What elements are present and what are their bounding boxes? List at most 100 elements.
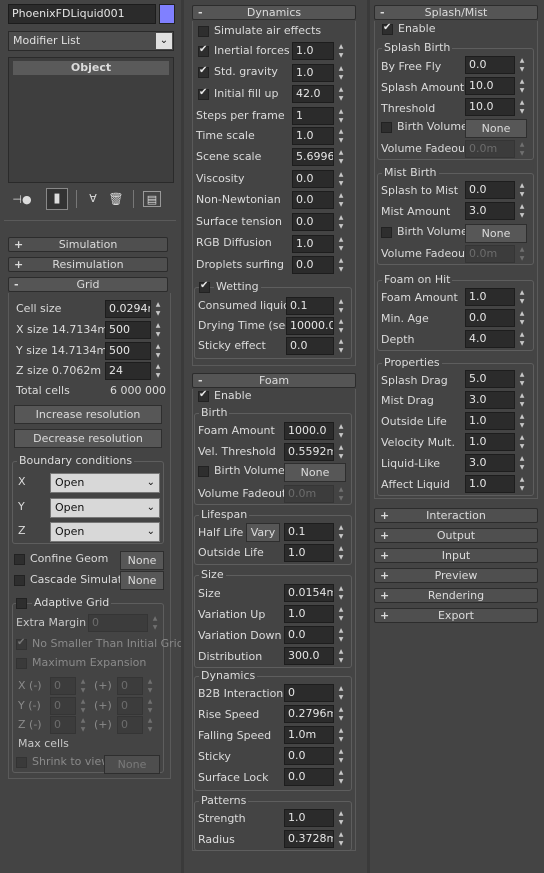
mist-amount-spinner[interactable]: ▲ ▼: [517, 202, 527, 220]
threshold-spinner[interactable]: ▲ ▼: [517, 98, 527, 116]
foam-outside-life-spinner[interactable]: ▲ ▼: [336, 544, 346, 562]
velocity-mult-spinner[interactable]: ▲ ▼: [517, 433, 527, 451]
foam-amount-input[interactable]: 1000.0: [284, 422, 334, 440]
drying-time-input[interactable]: 10000.0: [286, 317, 334, 335]
splash-amount-spinner[interactable]: ▲ ▼: [517, 77, 527, 95]
steps-per-frame-input[interactable]: 1: [292, 107, 334, 125]
inertial-forces-input[interactable]: 1.0: [292, 42, 334, 60]
rollout-rendering[interactable]: + Rendering: [374, 588, 538, 603]
cascade-simulator-checkbox[interactable]: [14, 575, 25, 586]
droplets-surfing-spinner[interactable]: ▲ ▼: [336, 256, 346, 274]
x-cells-spinner[interactable]: ▲ ▼: [153, 321, 163, 339]
non-newtonian-spinner[interactable]: ▲ ▼: [336, 191, 346, 209]
variation-up-input[interactable]: 1.0: [284, 605, 334, 623]
rollout-simulation[interactable]: + Simulation: [8, 237, 168, 252]
splash-enable-checkbox[interactable]: [382, 22, 393, 35]
extra-margin-input[interactable]: 0: [88, 614, 148, 632]
adaptive-grid-checkbox[interactable]: [16, 598, 27, 609]
distribution-input[interactable]: 300.0: [284, 647, 334, 665]
b2b-interaction-input[interactable]: 0: [284, 684, 334, 702]
confine-geom-checkbox[interactable]: [14, 554, 25, 565]
extra-margin-spinner[interactable]: ▲ ▼: [150, 614, 160, 632]
cell-size-input[interactable]: 0.0294n: [105, 300, 151, 318]
inertial-forces-spinner[interactable]: ▲ ▼: [336, 42, 346, 60]
remove-modifier-icon[interactable]: 🗑: [108, 191, 124, 207]
falling-speed-input[interactable]: 1.0m: [284, 726, 334, 744]
sticky-effect-spinner[interactable]: ▲ ▼: [336, 337, 346, 355]
foam-volume-fadeout-spinner[interactable]: ▲ ▼: [336, 485, 346, 503]
initial-fill-spinner[interactable]: ▲ ▼: [336, 85, 346, 103]
rollout-resimulation[interactable]: + Resimulation: [8, 257, 168, 272]
vel-threshold-input[interactable]: 0.5592m: [284, 443, 334, 461]
decrease-resolution-button[interactable]: Decrease resolution: [14, 429, 162, 448]
strength-input[interactable]: 1.0: [284, 809, 334, 827]
sticky-effect-input[interactable]: 0.0: [286, 337, 334, 355]
half-life-input[interactable]: 0.1: [284, 523, 334, 541]
depth-input[interactable]: 4.0: [465, 330, 515, 348]
x-minus-spinner[interactable]: ▲ ▼: [78, 677, 88, 695]
splash-to-mist-spinner[interactable]: ▲ ▼: [517, 181, 527, 199]
modifier-list-dropdown[interactable]: Modifier List ⌄: [8, 31, 174, 51]
drying-time-spinner[interactable]: ▲ ▼: [336, 317, 346, 335]
depth-spinner[interactable]: ▲ ▼: [517, 330, 527, 348]
b2b-interaction-spinner[interactable]: ▲ ▼: [336, 684, 346, 702]
pin-stack-icon[interactable]: ⊣●: [12, 192, 32, 208]
surface-lock-input[interactable]: 0.0: [284, 768, 334, 786]
z-plus-input[interactable]: 0: [117, 716, 143, 734]
simulate-air-checkbox[interactable]: [198, 26, 209, 37]
x-minus-input[interactable]: 0: [50, 677, 76, 695]
vary-button[interactable]: Vary: [246, 523, 280, 542]
distribution-spinner[interactable]: ▲ ▼: [336, 647, 346, 665]
splash-birth-volume-picker[interactable]: None: [465, 119, 527, 138]
surface-tension-input[interactable]: 0.0: [292, 213, 334, 231]
foam-sticky-input[interactable]: 0.0: [284, 747, 334, 765]
threshold-input[interactable]: 10.0: [465, 98, 515, 116]
boundary-x-dropdown[interactable]: Open ⌄: [50, 473, 160, 493]
non-newtonian-input[interactable]: 0.0: [292, 191, 334, 209]
mist-amount-input[interactable]: 3.0: [465, 202, 515, 220]
variation-down-spinner[interactable]: ▲ ▼: [336, 626, 346, 644]
min-age-input[interactable]: 0.0: [465, 309, 515, 327]
min-age-spinner[interactable]: ▲ ▼: [517, 309, 527, 327]
x-plus-spinner[interactable]: ▲ ▼: [145, 677, 155, 695]
x-cells-input[interactable]: 500: [105, 321, 151, 339]
rollout-splash-mist[interactable]: - Splash/Mist: [374, 5, 538, 20]
inertial-forces-checkbox[interactable]: [198, 44, 209, 57]
variation-up-spinner[interactable]: ▲ ▼: [336, 605, 346, 623]
splash-volume-fadeout-spinner[interactable]: ▲ ▼: [517, 140, 527, 158]
time-scale-input[interactable]: 1.0: [292, 127, 334, 145]
mist-volume-fadeout-spinner[interactable]: ▲ ▼: [517, 245, 527, 263]
rgb-diffusion-input[interactable]: 1.0: [292, 235, 334, 253]
affect-liquid-spinner[interactable]: ▲ ▼: [517, 475, 527, 493]
mist-birth-volume-picker[interactable]: None: [465, 224, 527, 243]
rollout-foam[interactable]: - Foam: [192, 373, 356, 388]
y-minus-input[interactable]: 0: [50, 697, 76, 715]
std-gravity-checkbox[interactable]: [198, 65, 209, 78]
rollout-dynamics[interactable]: - Dynamics: [192, 5, 356, 20]
mist-drag-input[interactable]: 3.0: [465, 391, 515, 409]
rise-speed-spinner[interactable]: ▲ ▼: [336, 705, 346, 723]
z-minus-input[interactable]: 0: [50, 716, 76, 734]
object-color-swatch[interactable]: [159, 4, 175, 24]
steps-per-frame-spinner[interactable]: ▲ ▼: [336, 107, 346, 125]
object-name-field[interactable]: PhoenixFDLiquid001: [8, 4, 156, 24]
shrink-to-view-picker[interactable]: None: [104, 755, 160, 774]
z-minus-spinner[interactable]: ▲ ▼: [78, 716, 88, 734]
scene-scale-input[interactable]: 5.6996: [292, 148, 334, 166]
foam-enable-checkbox[interactable]: [198, 389, 209, 402]
half-life-spinner[interactable]: ▲ ▼: [336, 523, 346, 541]
y-cells-input[interactable]: 500: [105, 342, 151, 360]
std-gravity-spinner[interactable]: ▲ ▼: [336, 64, 346, 82]
foam-amount-spinner[interactable]: ▲ ▼: [336, 422, 346, 440]
foh-amount-input[interactable]: 1.0: [465, 288, 515, 306]
foam-volume-fadeout-input[interactable]: 0.0m: [284, 485, 334, 503]
foam-outside-life-input[interactable]: 1.0: [284, 544, 334, 562]
vel-threshold-spinner[interactable]: ▲ ▼: [336, 443, 346, 461]
consumed-liquid-spinner[interactable]: ▲ ▼: [336, 297, 346, 315]
liquid-like-spinner[interactable]: ▲ ▼: [517, 454, 527, 472]
foam-sticky-spinner[interactable]: ▲ ▼: [336, 747, 346, 765]
splash-outside-life-input[interactable]: 1.0: [465, 412, 515, 430]
splash-outside-life-spinner[interactable]: ▲ ▼: [517, 412, 527, 430]
rollout-preview[interactable]: + Preview: [374, 568, 538, 583]
consumed-liquid-input[interactable]: 0.1: [286, 297, 334, 315]
